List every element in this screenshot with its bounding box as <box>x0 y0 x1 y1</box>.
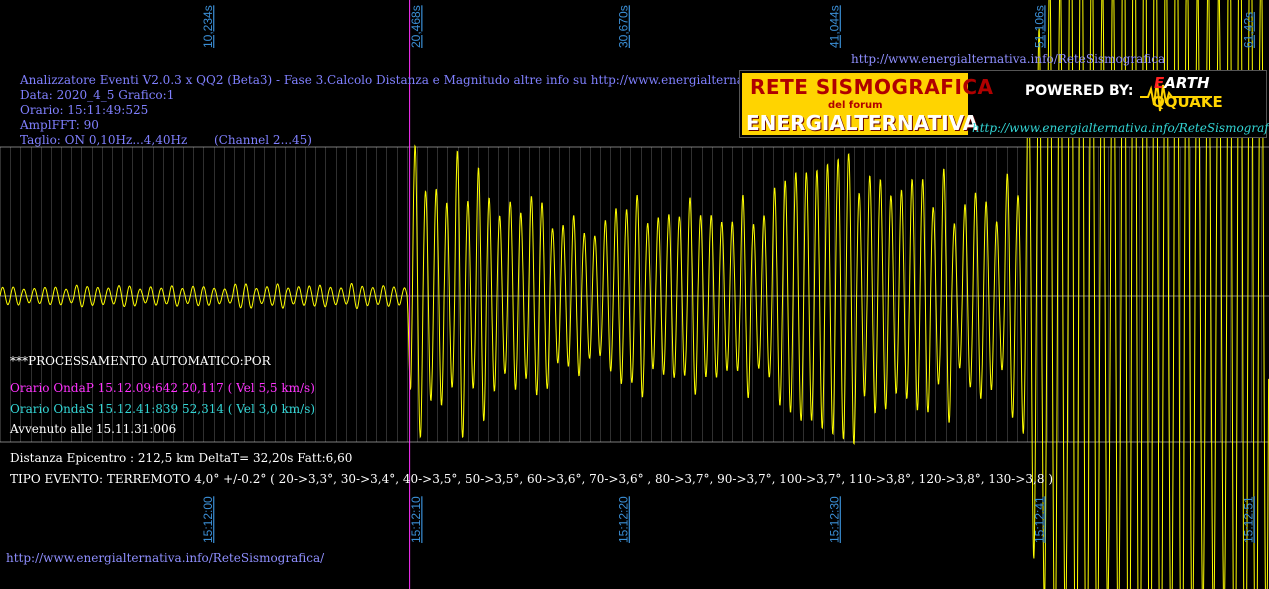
logo-qquake-text: QQUAKE <box>1152 93 1223 111</box>
tick-label: 15:12:30 <box>828 496 842 543</box>
footer-url[interactable]: http://www.energialternativa.info/ReteSi… <box>6 551 324 565</box>
logo-title-1: RETE SISMOGRAFICA <box>750 75 994 99</box>
header-filter: Taglio: ON 0,10Hz...4,40Hz (Channel 2...… <box>20 133 312 147</box>
rete-sismografica-logo: RETE SISMOGRAFICA del forum ENERGIALTERN… <box>739 70 1269 138</box>
tick-label: 15:12:20 <box>617 496 631 543</box>
tick-label: 10,234s <box>201 5 215 48</box>
header-amplfft: AmplFFT: 90 <box>20 118 99 132</box>
occurred-time: Avvenuto alle 15.11.31:006 <box>10 422 177 436</box>
tick-label: 15:12:51 <box>1242 496 1256 543</box>
logo-earth-rest: ARTH <box>1164 74 1210 92</box>
epicenter-distance: Distanza Epicentro : 212,5 km DeltaT= 32… <box>10 451 353 465</box>
processing-label: ***PROCESSAMENTO AUTOMATICO:POR <box>10 354 271 368</box>
logo-title-2: ENERGIALTERNATIVA <box>746 111 979 135</box>
tick-label: 15:12:10 <box>409 496 423 543</box>
tick-label: 51,106s <box>1032 5 1046 48</box>
logo-powered-by: POWERED BY: <box>1025 83 1134 99</box>
header-title: Analizzatore Eventi V2.0.3 x QQ2 (Beta3)… <box>20 73 856 87</box>
event-type: TIPO EVENTO: TERREMOTO 4,0° +/-0.2° ( 20… <box>10 472 1053 486</box>
logo-earth: EARTH <box>1154 74 1210 92</box>
logo-earth-e: E <box>1154 74 1165 92</box>
s-wave-time: Orario OndaS 15.12.41:839 52,314 ( Vel 3… <box>10 402 316 416</box>
p-wave-time: Orario OndaP 15.12.09:642 20,117 ( Vel 5… <box>10 381 315 395</box>
tick-label: 20,468s <box>409 5 423 48</box>
logo-url[interactable]: http://www.energialternativa.info/ReteSi… <box>972 121 1269 135</box>
top-tick-labels: 10,234s 20,468s 30,670s 41,044s 51,106s 61,4?… <box>201 5 1256 48</box>
tick-label: 61,4?s <box>1242 12 1256 48</box>
logo-qquake: QQUAKE <box>1152 93 1223 111</box>
header-time: Orario: 15:11:49:525 <box>20 103 149 117</box>
header-date: Data: 2020_4_5 Grafico:1 <box>20 88 175 102</box>
tick-label: 41,044s <box>828 5 842 48</box>
logo-subtitle: del forum <box>828 100 883 111</box>
tick-label: 30,670s <box>617 5 631 48</box>
top-url[interactable]: http://www.energialternativa.info/ReteSi… <box>851 52 1165 66</box>
tick-label: 15:12:41 <box>1032 496 1046 543</box>
tick-label: 15:12:00 <box>201 496 215 543</box>
bottom-tick-labels: 15:12:00 15:12:10 15:12:20 15:12:30 15:12:41… <box>201 496 1256 543</box>
vertical-grid <box>0 147 1262 442</box>
